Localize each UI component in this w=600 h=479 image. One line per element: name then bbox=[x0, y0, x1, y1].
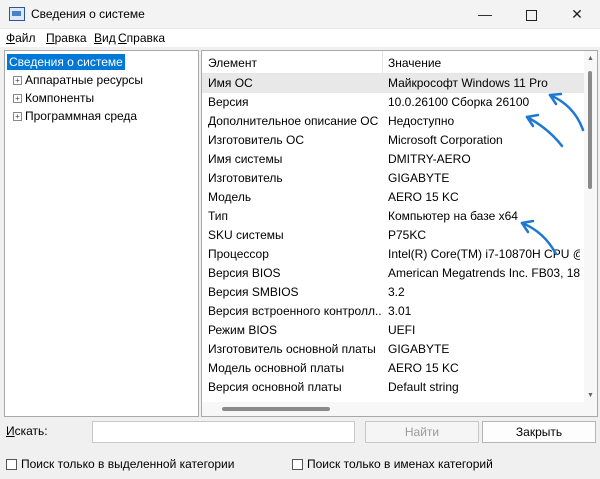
row-item-name: Версия SMBIOS bbox=[208, 285, 299, 299]
row-item-value: American Megatrends Inc. FB03, 18.1 bbox=[388, 266, 580, 280]
row-item-value: 3.2 bbox=[388, 285, 405, 299]
find-button[interactable]: Найти bbox=[365, 421, 479, 443]
menu-bar: Файл Правка Вид Справка bbox=[0, 29, 600, 47]
system-info-app-icon bbox=[9, 7, 25, 21]
row-item-value: UEFI bbox=[388, 323, 416, 337]
row-item-name: Дополнительное описание ОС bbox=[208, 114, 379, 128]
row-item-name: Изготовитель ОС bbox=[208, 133, 304, 147]
row-item-value: GIGABYTE bbox=[388, 342, 450, 356]
expand-icon[interactable]: + bbox=[13, 94, 22, 104]
row-item-name: Процессор bbox=[208, 247, 269, 261]
maximize-button[interactable] bbox=[508, 0, 554, 28]
row-item-name: Имя ОС bbox=[208, 76, 253, 90]
table-row[interactable]: Имя системы DMITRY-AERO bbox=[202, 150, 584, 169]
checkbox-label: Поиск только в именах категорий bbox=[307, 457, 493, 471]
table-row[interactable]: SKU системы P75KC bbox=[202, 226, 584, 245]
table-row[interactable]: Версия встроенного контролл... 3.01 bbox=[202, 302, 584, 321]
table-row[interactable]: Тип Компьютер на базе x64 bbox=[202, 207, 584, 226]
table-row[interactable]: Изготовитель ОС Microsoft Corporation bbox=[202, 131, 584, 150]
table-row[interactable]: Модель основной платы AERO 15 KC bbox=[202, 359, 584, 378]
row-item-name: Модель bbox=[208, 190, 252, 204]
expand-icon[interactable]: + bbox=[13, 76, 22, 86]
table-row[interactable]: Версия SMBIOS 3.2 bbox=[202, 283, 584, 302]
search-selected-category-checkbox[interactable] bbox=[6, 459, 17, 471]
search-label: Искать: bbox=[6, 424, 48, 438]
tree-item-components[interactable]: + Компоненты bbox=[13, 90, 94, 106]
category-tree[interactable]: Сведения о системе + Аппаратные ресурсы +… bbox=[4, 50, 199, 417]
details-list[interactable]: Элемент Значение Имя ОС Майкрософт Window… bbox=[201, 50, 598, 417]
table-row[interactable]: Имя ОС Майкрософт Windows 11 Pro bbox=[202, 74, 584, 93]
list-header: Элемент Значение bbox=[202, 51, 584, 74]
close-window-button[interactable]: ✕ bbox=[554, 0, 600, 28]
tree-item-label: Программная среда bbox=[25, 109, 138, 123]
row-item-name: Версия bbox=[208, 95, 249, 109]
vertical-scroll-thumb[interactable] bbox=[588, 71, 592, 189]
table-row[interactable]: Дополнительное описание ОС Недоступно bbox=[202, 112, 584, 131]
row-item-name: Имя системы bbox=[208, 152, 283, 166]
table-row[interactable]: Версия BIOS American Megatrends Inc. FB03… bbox=[202, 264, 584, 283]
row-item-name: Изготовитель основной платы bbox=[208, 342, 376, 356]
tree-item-label: Аппаратные ресурсы bbox=[25, 73, 144, 87]
row-item-name: Режим BIOS bbox=[208, 323, 278, 337]
scroll-down-icon[interactable]: ▼ bbox=[587, 392, 594, 399]
scroll-up-icon[interactable]: ▲ bbox=[587, 55, 594, 62]
row-item-value: GIGABYTE bbox=[388, 171, 450, 185]
row-item-name: Изготовитель bbox=[208, 171, 283, 185]
row-item-value: AERO 15 KC bbox=[388, 190, 459, 204]
row-item-value: Microsoft Corporation bbox=[388, 133, 503, 147]
search-category-names-option[interactable]: Поиск только в именах категорий bbox=[292, 456, 493, 472]
search-category-names-checkbox[interactable] bbox=[292, 459, 303, 471]
window-title: Сведения о системе bbox=[31, 7, 145, 21]
row-item-value: 10.0.26100 Сборка 26100 bbox=[388, 95, 530, 109]
table-row[interactable]: Модель AERO 15 KC bbox=[202, 188, 584, 207]
menu-view[interactable]: Вид bbox=[94, 31, 116, 45]
row-item-value: DMITRY-AERO bbox=[388, 152, 471, 166]
tree-item-hardware-resources[interactable]: + Аппаратные ресурсы bbox=[13, 72, 143, 88]
row-item-name: Версия BIOS bbox=[208, 266, 281, 280]
row-item-name: Версия встроенного контролл... bbox=[208, 304, 382, 318]
minimize-button[interactable]: — bbox=[462, 0, 508, 28]
expand-icon[interactable]: + bbox=[13, 112, 22, 122]
row-item-value: Недоступно bbox=[388, 114, 455, 128]
maximize-icon bbox=[525, 9, 537, 21]
search-input[interactable] bbox=[92, 421, 355, 443]
row-item-name: Модель основной платы bbox=[208, 361, 345, 375]
table-row[interactable]: Изготовитель основной платы GIGABYTE bbox=[202, 340, 584, 359]
search-selected-category-option[interactable]: Поиск только в выделенной категории bbox=[6, 456, 234, 472]
menu-edit[interactable]: Правка bbox=[46, 31, 87, 45]
table-row[interactable]: Версия основной платы Default string bbox=[202, 378, 584, 397]
row-item-value: P75KC bbox=[388, 228, 427, 242]
table-row[interactable]: Процессор Intel(R) Core(TM) i7-10870H CPU… bbox=[202, 245, 584, 264]
vertical-scrollbar[interactable]: ▲ ▼ bbox=[584, 51, 597, 402]
menu-file[interactable]: Файл bbox=[6, 31, 36, 45]
row-item-name: Тип bbox=[208, 209, 229, 223]
close-button[interactable]: Закрыть bbox=[482, 421, 596, 443]
column-divider[interactable] bbox=[382, 51, 383, 73]
table-row[interactable]: Изготовитель GIGABYTE bbox=[202, 169, 584, 188]
row-item-value: Intel(R) Core(TM) i7-10870H CPU @ bbox=[388, 247, 580, 261]
horizontal-scroll-thumb[interactable] bbox=[222, 407, 330, 411]
tree-item-software-environment[interactable]: + Программная среда bbox=[13, 108, 137, 124]
tree-item-label: Компоненты bbox=[25, 91, 95, 105]
title-bar: Сведения о системе — ✕ bbox=[0, 0, 600, 29]
checkbox-label: Поиск только в выделенной категории bbox=[21, 457, 235, 471]
menu-help[interactable]: Справка bbox=[118, 31, 165, 45]
row-item-value: Default string bbox=[388, 380, 459, 394]
row-item-name: SKU системы bbox=[208, 228, 284, 242]
tree-item-system-summary[interactable]: Сведения о системе bbox=[7, 54, 125, 70]
row-item-name: Версия основной платы bbox=[208, 380, 342, 394]
table-row[interactable]: Режим BIOS UEFI bbox=[202, 321, 584, 340]
row-item-value: Майкрософт Windows 11 Pro bbox=[388, 76, 548, 90]
row-item-value: Компьютер на базе x64 bbox=[388, 209, 518, 223]
table-row[interactable]: Версия 10.0.26100 Сборка 26100 bbox=[202, 93, 584, 112]
row-item-value: AERO 15 KC bbox=[388, 361, 459, 375]
row-item-value: 3.01 bbox=[388, 304, 412, 318]
column-header-value[interactable]: Значение bbox=[388, 56, 441, 70]
horizontal-scrollbar[interactable] bbox=[202, 402, 597, 416]
column-header-item[interactable]: Элемент bbox=[208, 56, 257, 70]
